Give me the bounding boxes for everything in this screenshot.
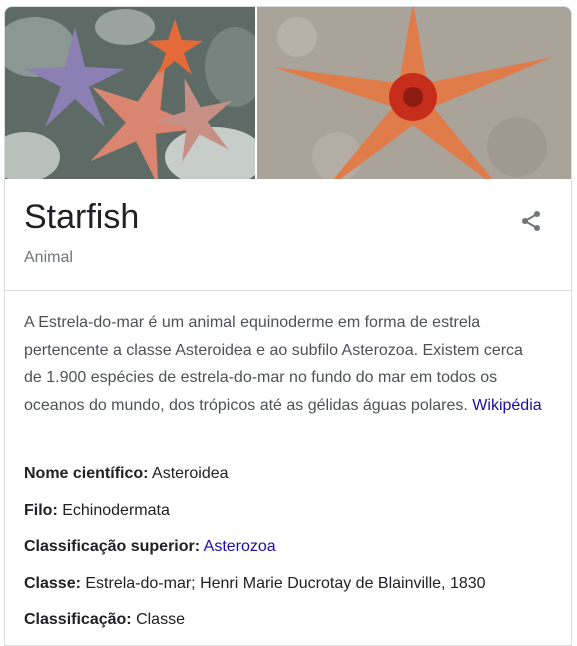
fact-row: Nome científico: Asteroidea: [24, 463, 564, 500]
share-icon: [522, 211, 540, 231]
fact-row: Filo: Echinodermata: [24, 500, 564, 537]
fact-value: Classe: [136, 611, 185, 628]
fact-label: Classificação:: [24, 611, 132, 628]
knowledge-panel: Starfish Animal A Estrela-do-mar é um an…: [4, 6, 572, 646]
wikipedia-link[interactable]: Wikipédia: [472, 397, 541, 414]
fact-value-link[interactable]: Asterozoa: [204, 538, 276, 555]
fact-label: Filo:: [24, 501, 58, 519]
fact-row: Classe: Estrela-do-mar; Henri Marie Ducr…: [24, 573, 564, 610]
fact-label: Classificação superior:: [24, 538, 201, 555]
facts-list: Nome científico: Asteroidea Filo: Echino…: [24, 463, 564, 645]
fact-row: Classificação: Classe: [24, 609, 564, 645]
title-section: Starfish Animal: [5, 179, 571, 291]
starfish-photo-1[interactable]: [5, 7, 255, 179]
fact-value: Echinodermata: [62, 501, 170, 519]
image-strip: [5, 7, 571, 179]
entity-subtitle: Animal: [24, 249, 73, 266]
fact-label: Nome científico:: [24, 465, 149, 482]
description: A Estrela-do-mar é um animal equinoderme…: [24, 309, 544, 419]
fact-value: Estrela-do-mar; Henri Marie Ducrotay de …: [85, 574, 486, 592]
fact-label: Classe:: [24, 574, 81, 592]
entity-title: Starfish: [24, 198, 140, 236]
starfish-photo-2[interactable]: [257, 7, 571, 179]
fact-row: Classificação superior: Asterozoa: [24, 536, 564, 573]
description-text: A Estrela-do-mar é um animal equinoderme…: [24, 314, 523, 414]
share-button[interactable]: [513, 203, 549, 239]
fact-value: Asteroidea: [152, 465, 229, 482]
